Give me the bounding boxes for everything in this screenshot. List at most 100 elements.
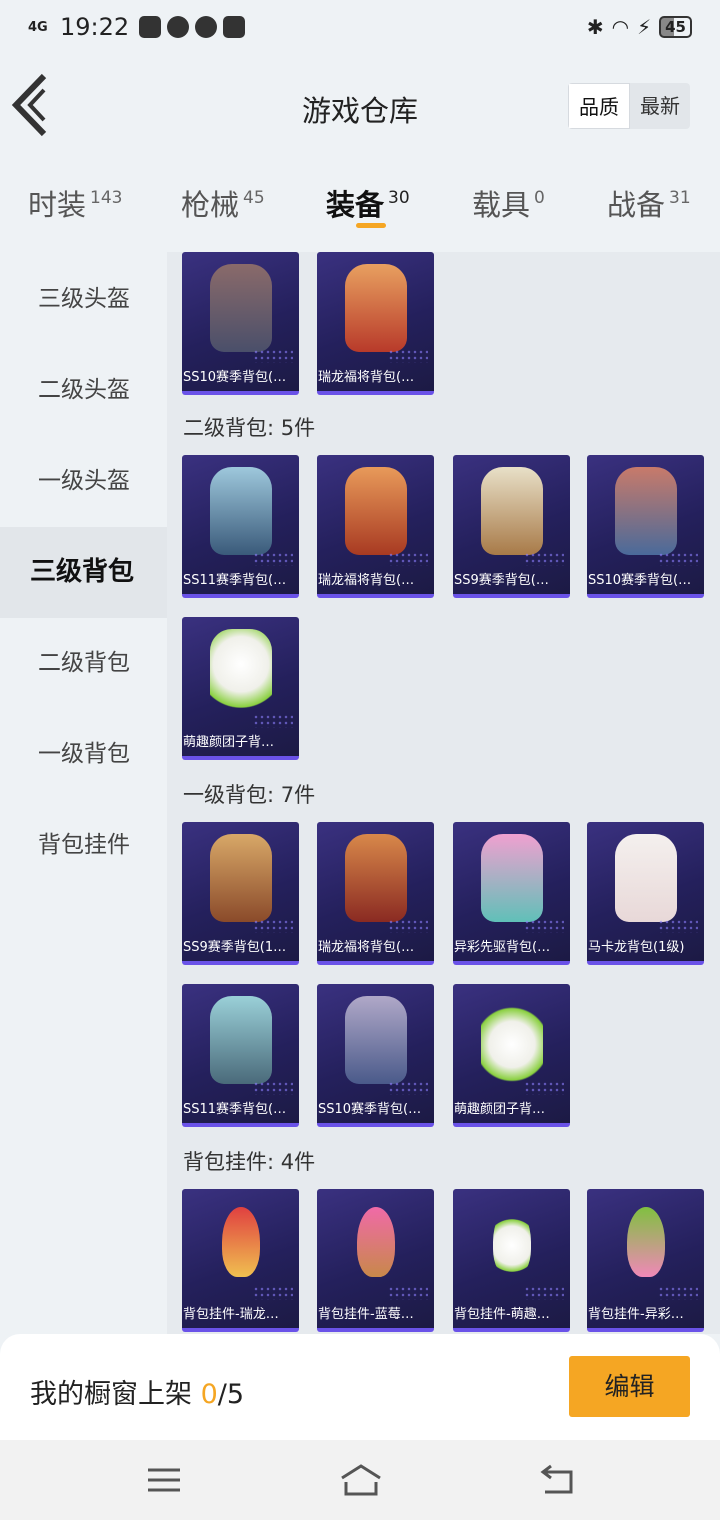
- tab-count: 45: [243, 188, 265, 208]
- sidebar: 三级头盔 二级头盔 一级头盔 三级背包 二级背包 一级背包 背包挂件: [0, 254, 167, 1334]
- card-pattern: [658, 552, 698, 566]
- section-title-backpack-2: 二级背包: 5件: [183, 416, 316, 440]
- card-pattern: [524, 919, 564, 933]
- item-card[interactable]: SS9赛季背包(…: [453, 455, 570, 598]
- item-name: 萌趣颜团子背…: [183, 735, 275, 750]
- item-name: 瑞龙福将背包(…: [318, 370, 415, 385]
- home-button[interactable]: [338, 1462, 384, 1498]
- sort-toggle: 品质 最新: [568, 83, 690, 129]
- item-name: 背包挂件-萌趣…: [454, 1307, 550, 1322]
- backpack-icon: [210, 629, 272, 717]
- item-name: SS10赛季背包(…: [183, 370, 287, 385]
- network-indicator: 4G: [28, 19, 48, 35]
- charm-icon: [627, 1207, 665, 1277]
- item-card[interactable]: SS10赛季背包(…: [182, 252, 299, 395]
- tab-count: 143: [90, 188, 123, 208]
- card-pattern: [658, 1286, 698, 1300]
- tab-label: 时装: [28, 188, 87, 222]
- bluetooth-icon: ✱: [586, 15, 604, 39]
- item-card[interactable]: SS9赛季背包(1…: [182, 822, 299, 965]
- charm-icon: [357, 1207, 395, 1277]
- backpack-icon: [210, 834, 272, 922]
- clock: 19:22: [60, 13, 130, 41]
- sidebar-item-backpack-1[interactable]: 一级背包: [0, 709, 167, 800]
- item-name: 瑞龙福将背包(…: [318, 573, 415, 588]
- backpack-icon: [210, 996, 272, 1084]
- tab-count: 31: [669, 188, 691, 208]
- item-name: SS10赛季背包(…: [588, 573, 692, 588]
- sidebar-item-helmet-2[interactable]: 二级头盔: [0, 345, 167, 436]
- card-pattern: [658, 919, 698, 933]
- backpack-icon: [345, 834, 407, 922]
- sidebar-item-backpack-3[interactable]: 三级背包: [0, 527, 167, 618]
- menu-button[interactable]: [144, 1462, 184, 1498]
- status-right: ✱ ◠ ⚡ 45: [587, 15, 692, 39]
- home-icon: [341, 1464, 381, 1496]
- item-card[interactable]: 萌趣颜团子背…: [182, 617, 299, 760]
- tab-fashion[interactable]: 时装 143: [28, 182, 122, 224]
- backpack-icon: [481, 834, 543, 922]
- backpack-icon: [481, 467, 543, 555]
- item-card[interactable]: SS11赛季背包(…: [182, 984, 299, 1127]
- back-nav-button[interactable]: [537, 1462, 577, 1498]
- item-card[interactable]: 瑞龙福将背包(…: [317, 822, 434, 965]
- battery-indicator: 45: [659, 16, 692, 38]
- item-name: 背包挂件-蓝莓…: [318, 1307, 414, 1322]
- sidebar-item-backpack-2[interactable]: 二级背包: [0, 618, 167, 709]
- item-card[interactable]: 背包挂件-蓝莓…: [317, 1189, 434, 1332]
- tab-vehicles[interactable]: 载具 0: [472, 182, 545, 224]
- item-card[interactable]: 萌趣颜团子背…: [453, 984, 570, 1127]
- sidebar-item-backpack-charm[interactable]: 背包挂件: [0, 800, 167, 891]
- item-name: 马卡龙背包(1级): [588, 940, 685, 955]
- tab-weapons[interactable]: 枪械 45: [181, 182, 265, 224]
- item-name: 瑞龙福将背包(…: [318, 940, 415, 955]
- card-pattern: [388, 1081, 428, 1095]
- backpack-icon: [615, 834, 677, 922]
- card-pattern: [253, 1081, 293, 1095]
- item-card[interactable]: 背包挂件-萌趣…: [453, 1189, 570, 1332]
- charging-icon: ⚡: [637, 15, 652, 39]
- item-name: 萌趣颜团子背…: [454, 1102, 546, 1117]
- item-card[interactable]: 瑞龙福将背包(…: [317, 455, 434, 598]
- item-name: SS9赛季背包(1…: [183, 940, 287, 955]
- sidebar-item-helmet-1[interactable]: 一级头盔: [0, 436, 167, 527]
- card-pattern: [388, 1286, 428, 1300]
- backpack-icon: [615, 467, 677, 555]
- card-pattern: [524, 1081, 564, 1095]
- backpack-icon: [345, 264, 407, 352]
- item-card[interactable]: 背包挂件-异彩…: [587, 1189, 704, 1332]
- backpack-icon: [345, 996, 407, 1084]
- showcase-bar: 我的橱窗上架 0/5 编辑: [0, 1334, 720, 1440]
- wechat-icon: [195, 16, 218, 38]
- status-bar: 4G 19:22 ✱ ◠ ⚡ 45: [0, 0, 720, 54]
- item-card[interactable]: 马卡龙背包(1级): [587, 822, 704, 965]
- showcase-total: /5: [217, 1379, 245, 1410]
- charm-icon: [222, 1207, 260, 1277]
- tab-count: 0: [534, 188, 545, 208]
- section-title-backpack-1: 一级背包: 7件: [183, 783, 316, 807]
- tab-count: 30: [388, 188, 410, 208]
- video-icon: [223, 16, 246, 38]
- item-card[interactable]: SS10赛季背包(…: [587, 455, 704, 598]
- edit-button[interactable]: 编辑: [569, 1356, 690, 1417]
- notification-icons: [139, 16, 246, 38]
- showcase-label: 我的橱窗上架 0/5: [30, 1372, 244, 1411]
- backpack-icon: [345, 467, 407, 555]
- card-pattern: [253, 919, 293, 933]
- sort-quality-button[interactable]: 品质: [568, 83, 630, 129]
- card-pattern: [388, 919, 428, 933]
- item-card[interactable]: SS10赛季背包(…: [317, 984, 434, 1127]
- item-card[interactable]: SS11赛季背包(…: [182, 455, 299, 598]
- item-name: 背包挂件-异彩…: [588, 1307, 684, 1322]
- item-card[interactable]: 异彩先驱背包(…: [453, 822, 570, 965]
- sort-latest-button[interactable]: 最新: [630, 83, 690, 129]
- tab-supplies[interactable]: 战备 31: [607, 182, 691, 224]
- card-pattern: [253, 552, 293, 566]
- item-name: SS10赛季背包(…: [318, 1102, 422, 1117]
- item-name: SS11赛季背包(…: [183, 573, 287, 588]
- item-card[interactable]: 瑞龙福将背包(…: [317, 252, 434, 395]
- item-card[interactable]: 背包挂件-瑞龙…: [182, 1189, 299, 1332]
- item-name: 背包挂件-瑞龙…: [183, 1307, 279, 1322]
- sidebar-item-helmet-3[interactable]: 三级头盔: [0, 254, 167, 345]
- tab-equipment[interactable]: 装备 30: [326, 182, 410, 224]
